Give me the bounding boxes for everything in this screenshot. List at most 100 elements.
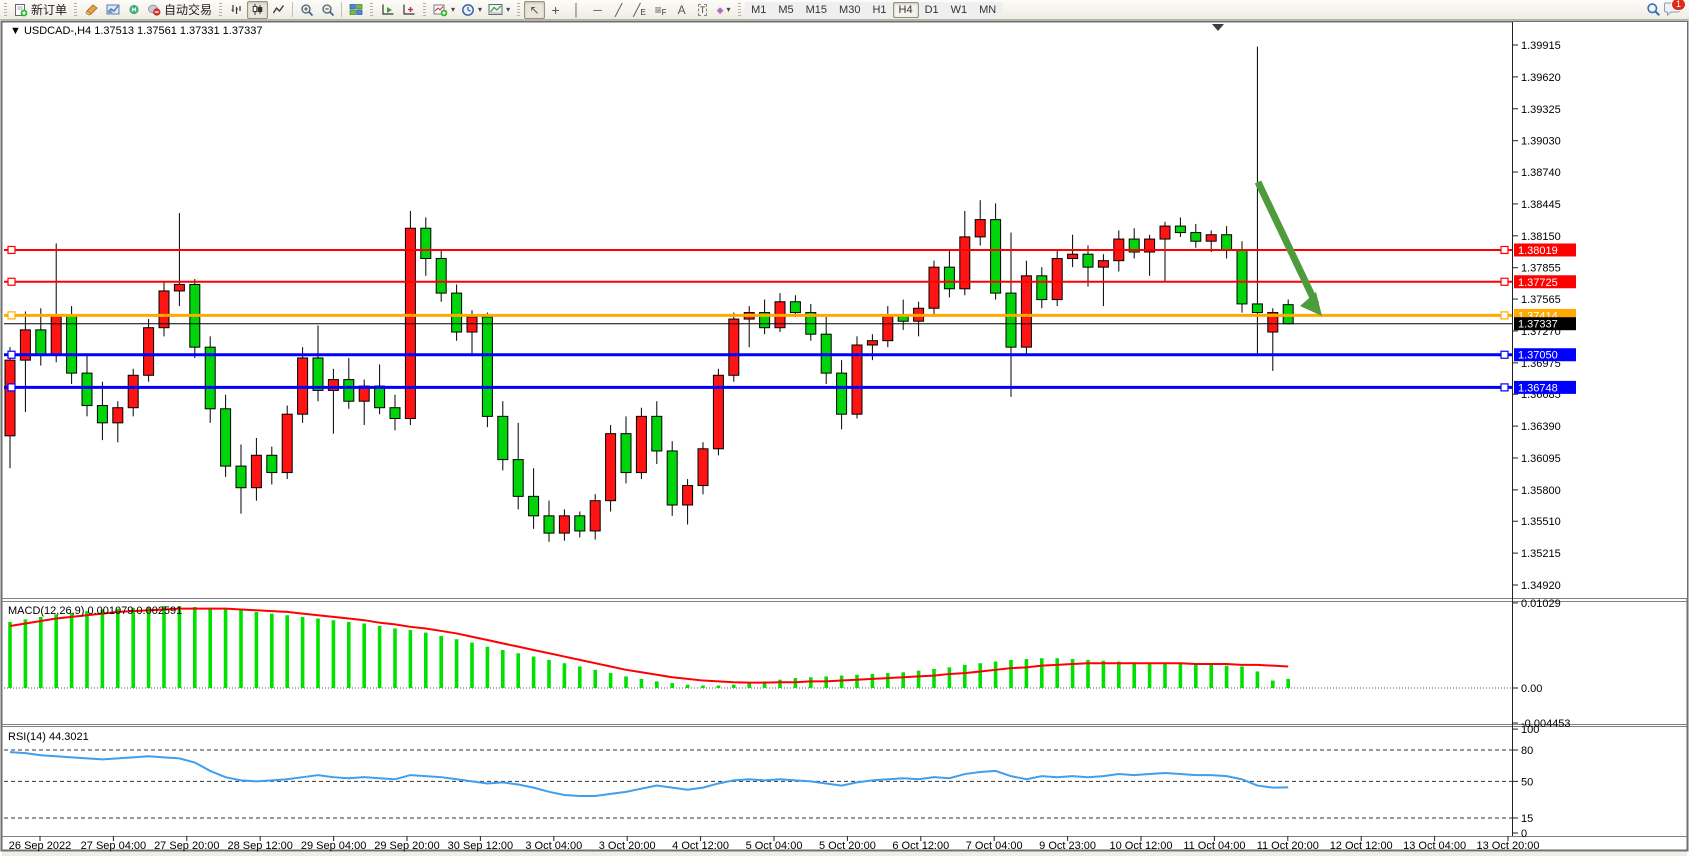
new-order-button[interactable]: 新订单 bbox=[11, 1, 70, 19]
candle-body bbox=[174, 284, 184, 290]
candle-body bbox=[498, 416, 508, 459]
horizontal-line-icon: ─ bbox=[593, 4, 602, 16]
auto-trading-button[interactable]: 自动交易 bbox=[144, 1, 215, 19]
chart-background bbox=[0, 20, 1689, 857]
price-tick-label: 1.36390 bbox=[1521, 421, 1561, 433]
crosshair-tool-button[interactable]: + bbox=[545, 1, 566, 19]
price-tick-label: 1.38445 bbox=[1521, 199, 1561, 211]
arrows-tool-button[interactable]: ◆ ▾ bbox=[713, 1, 734, 19]
price-tick-label: 1.36095 bbox=[1521, 453, 1561, 465]
horizontal-line-tool-button[interactable]: ─ bbox=[587, 1, 608, 19]
market-profile-button[interactable] bbox=[102, 1, 123, 19]
text-tool-button[interactable]: A bbox=[671, 1, 692, 19]
toolbar-grip[interactable] bbox=[4, 3, 7, 17]
eraser-button[interactable] bbox=[81, 1, 102, 19]
price-tick-label: 1.39620 bbox=[1521, 72, 1561, 84]
line-handle[interactable] bbox=[1501, 246, 1508, 253]
templates-button[interactable]: ▾ bbox=[485, 1, 513, 19]
timeframe-button-M5[interactable]: M5 bbox=[772, 2, 799, 18]
candle-body bbox=[790, 302, 800, 313]
line-handle[interactable] bbox=[1501, 278, 1508, 285]
vertical-line-tool-button[interactable]: │ bbox=[566, 1, 587, 19]
rsi-label: RSI(14) 44.3021 bbox=[8, 731, 89, 743]
timeframe-button-D1[interactable]: D1 bbox=[919, 2, 945, 18]
chart-candles-button[interactable] bbox=[247, 1, 268, 19]
signal-icon bbox=[127, 3, 141, 16]
zoom-in-button[interactable] bbox=[296, 1, 317, 19]
chart-shift-icon bbox=[402, 3, 416, 16]
price-tick-label: 1.37565 bbox=[1521, 294, 1561, 306]
candle-body bbox=[128, 375, 138, 407]
chart-line-button[interactable] bbox=[268, 1, 289, 19]
candle-body bbox=[867, 341, 877, 345]
line-handle[interactable] bbox=[1501, 312, 1508, 319]
fibonacci-icon: ≡ bbox=[655, 4, 662, 16]
timeframe-button-W1[interactable]: W1 bbox=[945, 2, 974, 18]
signal-button[interactable] bbox=[123, 1, 144, 19]
candle-body bbox=[1083, 254, 1093, 267]
time-tick-label: 9 Oct 23:00 bbox=[1039, 840, 1096, 852]
timeframe-button-M1[interactable]: M1 bbox=[745, 2, 772, 18]
chart-title: ▼ USDCAD-,H4 1.37513 1.37561 1.37331 1.3… bbox=[10, 25, 262, 37]
line-handle[interactable] bbox=[1501, 351, 1508, 358]
timeframe-button-M15[interactable]: M15 bbox=[800, 2, 833, 18]
tile-windows-button[interactable] bbox=[345, 1, 366, 19]
cursor-tool-button[interactable]: ↖ bbox=[524, 1, 545, 19]
candle-body bbox=[729, 319, 739, 375]
indicators-button[interactable]: ▾ bbox=[430, 1, 458, 19]
chart-shift-button[interactable] bbox=[398, 1, 419, 19]
channel-tool-button[interactable]: ╱ E bbox=[629, 1, 650, 19]
candle-body bbox=[221, 409, 231, 466]
market-profile-icon bbox=[106, 3, 120, 16]
toolbar-grip[interactable] bbox=[370, 3, 373, 17]
toolbar-separator bbox=[341, 2, 342, 17]
timeframe-button-H1[interactable]: H1 bbox=[866, 2, 892, 18]
toolbar-separator bbox=[292, 2, 293, 17]
time-tick-label: 13 Oct 04:00 bbox=[1403, 840, 1466, 852]
candle-body bbox=[837, 373, 847, 414]
line-handle[interactable] bbox=[1501, 384, 1508, 391]
zoom-out-button[interactable] bbox=[317, 1, 338, 19]
price-chart[interactable]: 1.399151.396201.393251.390301.387401.384… bbox=[0, 20, 1689, 857]
trendline-tool-button[interactable]: ╱ bbox=[608, 1, 629, 19]
label-tool-button[interactable]: T bbox=[692, 1, 713, 19]
toolbar-grip[interactable] bbox=[517, 3, 520, 17]
candle-body bbox=[1098, 261, 1108, 267]
toolbar-grip[interactable] bbox=[738, 3, 741, 17]
chart-bars-button[interactable] bbox=[226, 1, 247, 19]
macd-axis-label: 0.01029 bbox=[1521, 598, 1561, 610]
trading-terminal-window: { "toolbar": { "new_order_label": "新订单",… bbox=[0, 0, 1689, 857]
time-tick-label: 27 Sep 04:00 bbox=[81, 840, 146, 852]
candle-body bbox=[1006, 293, 1016, 347]
time-tick-label: 10 Oct 12:00 bbox=[1110, 840, 1173, 852]
toolbar-grip[interactable] bbox=[423, 3, 426, 17]
line-chart-icon bbox=[272, 3, 285, 16]
trendline-icon: ╱ bbox=[615, 4, 622, 16]
line-handle[interactable] bbox=[8, 351, 15, 358]
toolbar-grip[interactable] bbox=[74, 3, 77, 17]
fibonacci-tool-button[interactable]: ≡ F bbox=[650, 1, 671, 19]
rsi-axis-label: 0 bbox=[1521, 828, 1527, 840]
timeframe-button-M30[interactable]: M30 bbox=[833, 2, 866, 18]
toolbar-grip[interactable] bbox=[219, 3, 222, 17]
rsi-axis-label: 50 bbox=[1521, 776, 1533, 788]
line-handle[interactable] bbox=[8, 246, 15, 253]
chat-button[interactable]: 1 bbox=[1664, 1, 1681, 19]
candle-body bbox=[559, 516, 569, 533]
auto-scroll-button[interactable] bbox=[377, 1, 398, 19]
timeframe-button-H4[interactable]: H4 bbox=[893, 2, 919, 18]
candle-body bbox=[621, 434, 631, 473]
time-tick-label: 11 Oct 04:00 bbox=[1183, 840, 1245, 852]
line-handle[interactable] bbox=[8, 384, 15, 391]
candle-body bbox=[975, 220, 985, 237]
line-handle[interactable] bbox=[8, 312, 15, 319]
auto-trading-icon bbox=[147, 3, 161, 16]
search-button[interactable] bbox=[1643, 1, 1664, 19]
candle-body bbox=[82, 373, 92, 405]
timeframe-button-MN[interactable]: MN bbox=[973, 2, 1002, 18]
notification-badge: 1 bbox=[1671, 0, 1686, 11]
chart-area[interactable]: 1.399151.396201.393251.390301.387401.384… bbox=[0, 20, 1689, 857]
line-handle[interactable] bbox=[8, 278, 15, 285]
periods-button[interactable]: ▾ bbox=[458, 1, 485, 19]
price-tick-label: 1.34920 bbox=[1521, 580, 1561, 592]
